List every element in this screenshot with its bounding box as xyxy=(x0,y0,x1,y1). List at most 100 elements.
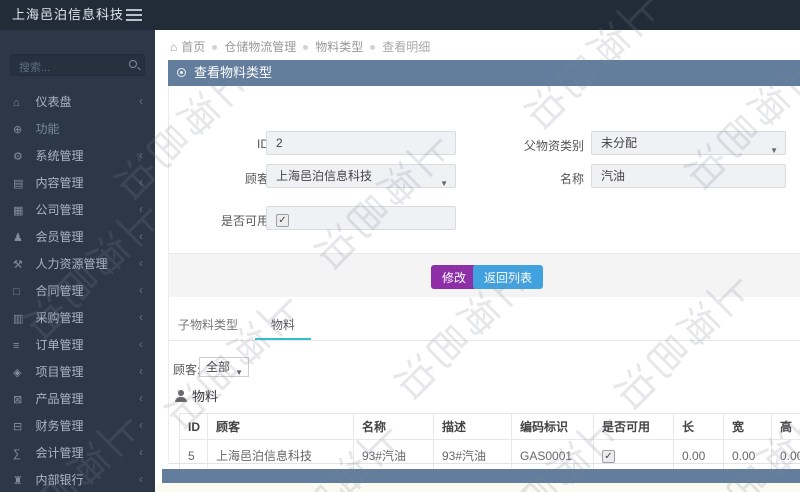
back-to-list-button[interactable]: 返回列表 xyxy=(473,265,544,289)
col-id: ID xyxy=(179,413,208,440)
panel-body: ID 2 父物资类别 未分配 ▼ 顾客 上海邑泊信息科技 ▼ 名称 汽油 是否可… xyxy=(168,86,800,472)
bank-icon: ♜ xyxy=(13,475,23,487)
col-width: 宽 xyxy=(723,413,772,440)
chevron-icon: ‹ xyxy=(139,472,143,486)
customer-select[interactable]: 上海邑泊信息科技 ▼ xyxy=(266,164,456,188)
view-icon xyxy=(177,68,186,77)
breadcrumb-separator xyxy=(212,45,218,50)
cell-length: 0.00 xyxy=(673,439,724,472)
materials-table-wrap: ID 顾客 名称 描述 编码标识 是否可用 长 宽 高 5 上海邑泊信息科技 9… xyxy=(179,413,800,473)
search-placeholder: 搜索... xyxy=(19,62,51,74)
sidebar-item-order[interactable]: ≡ 订单管理 ‹ xyxy=(0,331,155,358)
bottom-panel-header xyxy=(162,469,800,483)
cell-description: 93#汽油 xyxy=(433,439,512,472)
sidebar-item-content[interactable]: ▤ 内容管理 ‹ xyxy=(0,169,155,196)
filter-customer-select[interactable]: 全部 ▼ xyxy=(199,357,249,377)
cell-width: 0.00 xyxy=(723,439,772,472)
sidebar-item-project[interactable]: ◈ 项目管理 ‹ xyxy=(0,358,155,385)
sidebar-item-product[interactable]: ⊠ 产品管理 ‹ xyxy=(0,385,155,412)
col-name: 名称 xyxy=(353,413,434,440)
hamburger-menu-icon[interactable] xyxy=(126,9,142,21)
cell-customer: 上海邑泊信息科技 xyxy=(207,439,354,472)
sidebar-item-internal-bank[interactable]: ♜ 内部银行 ‹ xyxy=(0,466,155,492)
filter-customer-label: 顾客: xyxy=(173,363,201,377)
sidebar-item-member[interactable]: ♟ 会员管理 ‹ xyxy=(0,223,155,250)
sidebar: 搜索... ⌂ 仪表盘 ‹ ⊕ 功能 ⚙ 系统管理 ‹ ▤ 内容管理 ‹ ▦ 公… xyxy=(0,30,155,492)
breadcrumb-separator xyxy=(370,45,376,50)
chevron-icon: ‹ xyxy=(139,229,143,243)
chevron-down-icon: ▼ xyxy=(235,368,243,377)
sidebar-item-contract[interactable]: □ 合同管理 ‹ xyxy=(0,277,155,304)
parent-category-select[interactable]: 未分配 ▼ xyxy=(591,131,786,155)
col-height: 高 xyxy=(771,413,800,440)
chevron-icon: ‹ xyxy=(139,94,143,108)
app-root: 上海邑泊信息科技 搜索... ⌂ 仪表盘 ‹ ⊕ 功能 ⚙ 系统管理 ‹ ▤ 内… xyxy=(0,0,800,492)
detail-tabs: 子物料类型 物料 xyxy=(169,312,800,341)
calculator-icon: ∑ xyxy=(13,448,21,460)
chevron-icon: ‹ xyxy=(139,175,143,189)
available-checkbox[interactable]: ✓ xyxy=(276,214,289,228)
sidebar-item-functions[interactable]: ⊕ 功能 xyxy=(0,115,155,142)
chevron-icon: ‹ xyxy=(139,202,143,216)
users-icon: ⚒ xyxy=(13,259,23,271)
name-field[interactable]: 汽油 xyxy=(591,164,786,188)
breadcrumb-home-icon: ⌂ xyxy=(170,40,178,54)
sidebar-item-purchase[interactable]: ▥ 采购管理 ‹ xyxy=(0,304,155,331)
search-icon[interactable] xyxy=(129,60,137,68)
brand-title: 上海邑泊信息科技 xyxy=(12,7,125,22)
sidebar-item-company[interactable]: ▦ 公司管理 ‹ xyxy=(0,196,155,223)
sidebar-item-dashboard[interactable]: ⌂ 仪表盘 ‹ xyxy=(0,88,155,115)
cell-id: 5 xyxy=(179,439,208,472)
bottom-strip xyxy=(155,483,800,492)
list-icon: ≡ xyxy=(13,340,20,352)
sidebar-menu: ⌂ 仪表盘 ‹ ⊕ 功能 ⚙ 系统管理 ‹ ▤ 内容管理 ‹ ▦ 公司管理 ‹ xyxy=(0,88,155,492)
home-icon: ⌂ xyxy=(13,97,20,109)
chevron-icon: ‹ xyxy=(139,418,143,432)
sidebar-item-hr[interactable]: ⚒ 人力资源管理 ‹ xyxy=(0,250,155,277)
money-icon: ⊟ xyxy=(13,421,23,433)
name-label: 名称 xyxy=(559,172,584,186)
chevron-icon: ‹ xyxy=(139,283,143,297)
col-available: 是否可用 xyxy=(593,413,674,440)
cell-code: GAS0001 xyxy=(511,439,594,472)
user-icon: ♟ xyxy=(13,232,23,244)
col-description: 描述 xyxy=(433,413,512,440)
tab-materials[interactable]: 物料 xyxy=(255,312,311,340)
breadcrumb-warehouse[interactable]: 仓储物流管理 xyxy=(224,40,296,54)
breadcrumb-separator xyxy=(303,45,309,50)
cell-height: 0.00 xyxy=(771,439,800,472)
file-icon: □ xyxy=(13,286,20,298)
top-bar: 上海邑泊信息科技 xyxy=(0,0,800,30)
col-code: 编码标识 xyxy=(511,413,594,440)
briefcase-icon: ◈ xyxy=(13,367,22,379)
sidebar-item-system[interactable]: ⚙ 系统管理 ‹ xyxy=(0,142,155,169)
page-title: 查看物料类型 xyxy=(194,65,273,80)
cart-icon: ▥ xyxy=(13,313,24,325)
row-available-checkbox[interactable]: ✓ xyxy=(602,449,615,463)
form-footer: 修改 返回列表 xyxy=(169,253,800,297)
globe-icon: ⊕ xyxy=(13,124,23,136)
document-icon: ▤ xyxy=(13,178,24,190)
chevron-icon: ‹ xyxy=(139,445,143,459)
section-title: 物料 xyxy=(175,386,218,405)
gear-icon: ⚙ xyxy=(13,151,23,163)
breadcrumb-home[interactable]: 首页 xyxy=(181,40,205,54)
sidebar-search-input[interactable]: 搜索... xyxy=(10,54,145,76)
breadcrumb-material-type[interactable]: 物料类型 xyxy=(315,40,363,54)
pencil-icon: ⊠ xyxy=(13,394,23,406)
table-row[interactable]: 5 上海邑泊信息科技 93#汽油 93#汽油 GAS0001 ✓ 0.00 0.… xyxy=(179,439,800,472)
user-icon xyxy=(175,390,187,402)
id-field[interactable]: 2 xyxy=(266,131,456,155)
modify-button[interactable]: 修改 xyxy=(431,265,478,289)
tab-sub-material-types[interactable]: 子物料类型 xyxy=(177,312,239,340)
sidebar-item-accounting[interactable]: ∑ 会计管理 ‹ xyxy=(0,439,155,466)
cell-name: 93#汽油 xyxy=(353,439,434,472)
breadcrumb-current: 查看明细 xyxy=(382,40,431,54)
chevron-icon: ‹ xyxy=(139,256,143,270)
available-label: 是否可用 xyxy=(220,214,269,228)
col-customer: 顾客 xyxy=(207,413,354,440)
sidebar-item-finance[interactable]: ⊟ 财务管理 ‹ xyxy=(0,412,155,439)
building-icon: ▦ xyxy=(13,205,24,217)
chevron-down-icon: ▼ xyxy=(770,146,778,155)
parent-category-label: 父物资类别 xyxy=(523,139,584,153)
